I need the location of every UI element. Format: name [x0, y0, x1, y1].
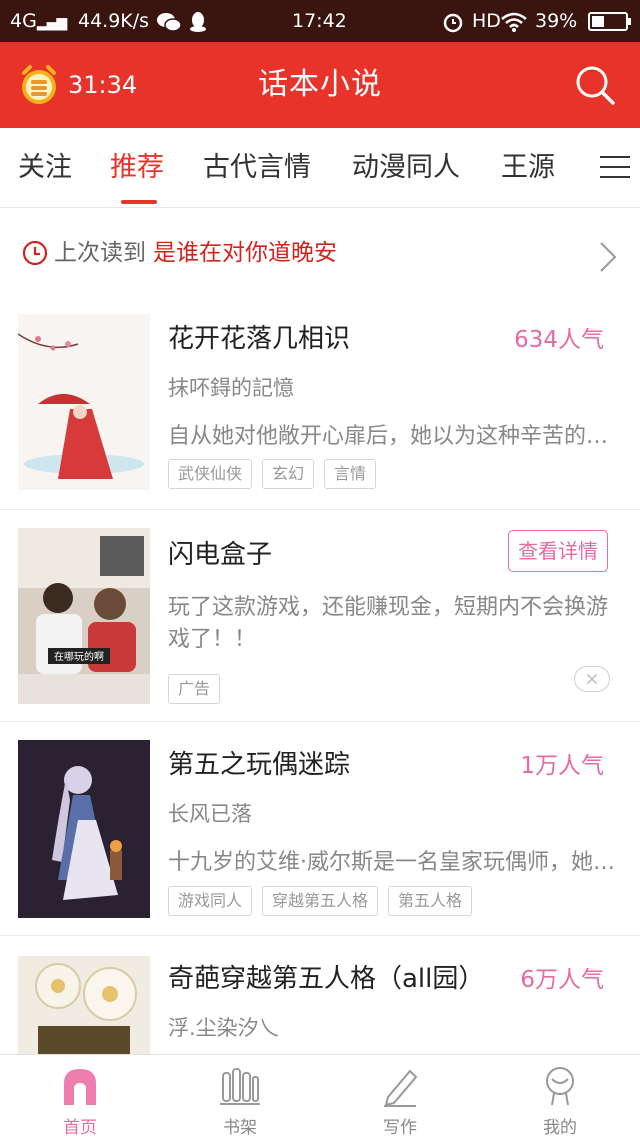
nav-profile[interactable]: 我的	[480, 1055, 640, 1138]
book-author: 浮.尘染汐乀	[168, 1016, 280, 1040]
bookshelf-icon	[220, 1068, 260, 1105]
book-description: 自从她对他敞开心扉后，她以为这种辛苦的日子终于结束了	[168, 424, 616, 449]
last-read-label: 上次读到	[54, 240, 146, 266]
tab-anime-fanfic[interactable]: 动漫同人	[352, 128, 460, 208]
status-bar: 4G▂▄▆ 44.9K/s 17:42 HD 39%	[0, 0, 640, 42]
book-item[interactable]: 花开花落几相识 634人气 抹吥鍀的記憶 自从她对他敞开心扉后，她以为这种辛苦的…	[0, 298, 640, 510]
nav-bookshelf[interactable]: 书架	[160, 1055, 320, 1138]
nav-label: 书架	[223, 1118, 257, 1138]
qq-icon	[188, 0, 208, 42]
category-tabs: 关注 推荐 古代言情 动漫同人 王源	[0, 128, 640, 208]
book-author: 抹吥鍀的記憶	[168, 376, 294, 400]
alarm-icon	[442, 0, 464, 42]
close-icon[interactable]	[574, 666, 610, 692]
tag[interactable]: 游戏同人	[168, 886, 253, 916]
book-cover	[18, 314, 150, 490]
wifi-icon	[500, 0, 528, 42]
last-read-title[interactable]: 是谁在对你道晚安	[153, 208, 337, 298]
chevron-right-icon[interactable]	[598, 240, 618, 274]
active-tab-indicator	[121, 200, 157, 204]
bottom-navigation: 首页 书架 写作 我的	[0, 1054, 640, 1138]
network-indicator: 4G▂▄▆	[10, 10, 67, 32]
tab-wangyuan[interactable]: 王源	[501, 128, 555, 208]
ad-title: 闪电盒子	[168, 540, 273, 570]
ad-image: 在哪玩的啊	[18, 528, 150, 704]
wechat-icon	[156, 0, 182, 42]
nav-home[interactable]: 首页	[0, 1055, 160, 1138]
nav-label: 写作	[383, 1118, 417, 1138]
tag[interactable]: 玄幻	[262, 459, 315, 489]
ad-badge-list: 广告	[168, 674, 221, 704]
battery-percent: 39%	[535, 10, 578, 32]
home-icon	[64, 1069, 96, 1105]
tag[interactable]: 武侠仙侠	[168, 459, 253, 489]
app-title: 话本小说	[258, 67, 382, 102]
nav-label: 首页	[63, 1118, 97, 1138]
hd-indicator: HD	[472, 10, 501, 32]
tag[interactable]: 第五人格	[388, 886, 473, 916]
tab-ancient-romance[interactable]: 古代言情	[203, 128, 311, 208]
clock-time: 17:42	[292, 10, 347, 32]
network-speed: 44.9K/s	[78, 10, 150, 32]
profile-icon	[546, 1067, 574, 1106]
tab-follow[interactable]: 关注	[18, 128, 72, 208]
popularity-count: 1万人气	[520, 753, 604, 779]
book-title: 花开花落几相识	[168, 324, 351, 354]
nav-label: 我的	[543, 1118, 577, 1138]
nav-write[interactable]: 写作	[320, 1055, 480, 1138]
book-description: 十九岁的艾维·威尔斯是一名皇家玩偶师，她的人生	[168, 850, 616, 875]
book-title: 奇葩穿越第五人格（all园）	[168, 964, 485, 994]
tag[interactable]: 言情	[324, 459, 377, 489]
tag-list: 游戏同人 穿越第五人格 第五人格	[168, 886, 473, 916]
tag-list: 武侠仙侠 玄幻 言情	[168, 459, 377, 489]
popularity-count: 634人气	[514, 327, 604, 353]
popularity-count: 6万人气	[520, 967, 604, 993]
clock-icon	[22, 240, 48, 266]
battery-icon	[588, 12, 631, 31]
book-author: 长风已落	[168, 802, 252, 826]
menu-icon[interactable]	[600, 156, 630, 180]
pen-icon	[384, 1069, 418, 1107]
book-cover	[18, 740, 150, 918]
app-header: 31:34 话本小说	[0, 42, 640, 128]
book-title: 第五之玩偶迷踪	[168, 750, 351, 780]
ad-image-caption: 在哪玩的啊	[54, 650, 104, 663]
ad-item[interactable]: 在哪玩的啊 闪电盒子 查看详情 玩了这款游戏，还能赚现金，短期内不会换游戏了！！…	[0, 510, 640, 722]
tag[interactable]: 穿越第五人格	[262, 886, 379, 916]
tab-recommend[interactable]: 推荐	[110, 128, 164, 208]
ad-description: 玩了这款游戏，还能赚现金，短期内不会换游戏了！！	[168, 595, 609, 652]
view-details-button[interactable]: 查看详情	[508, 530, 608, 572]
book-cover	[18, 956, 150, 1054]
last-read-bar[interactable]: 上次读到 是谁在对你道晚安	[0, 208, 640, 298]
book-item[interactable]: 奇葩穿越第五人格（all园） 6万人气 浮.尘染汐乀	[0, 936, 640, 1054]
book-item[interactable]: 第五之玩偶迷踪 1万人气 长风已落 十九岁的艾维·威尔斯是一名皇家玩偶师，她的人…	[0, 722, 640, 936]
search-icon[interactable]	[572, 62, 618, 108]
ad-badge: 广告	[168, 674, 221, 704]
